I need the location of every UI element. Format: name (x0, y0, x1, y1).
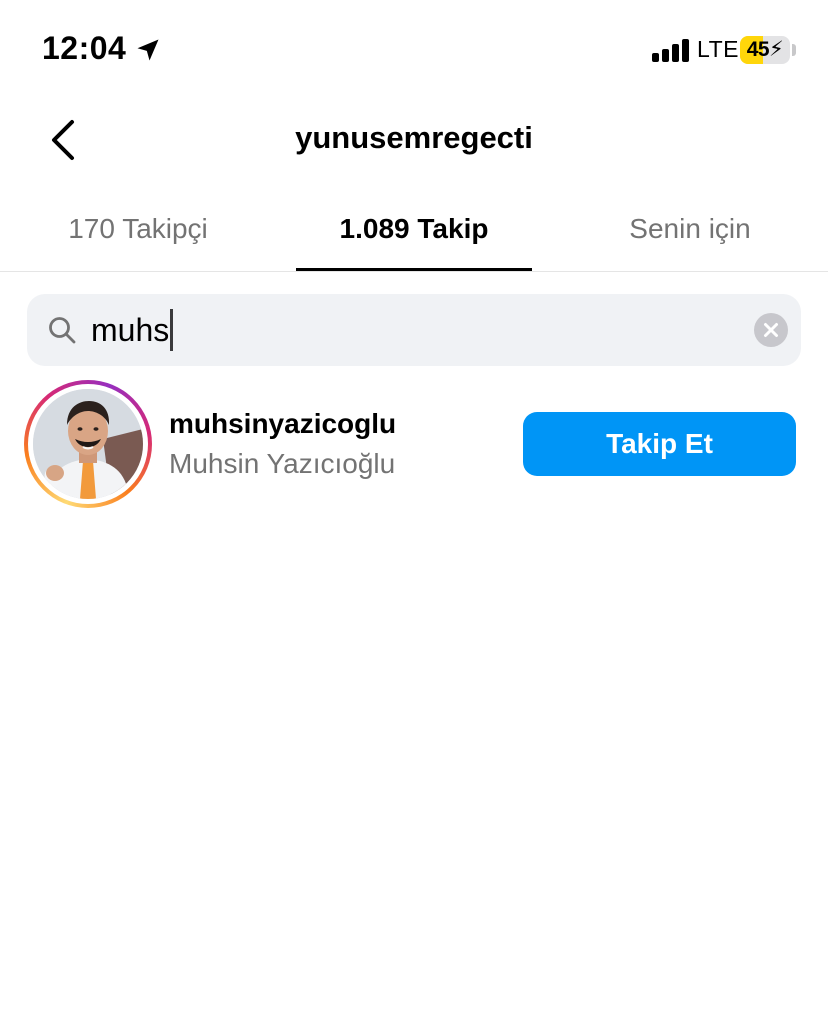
follow-button[interactable]: Takip Et (523, 412, 796, 476)
tab-followers[interactable]: 170 Takipçi (30, 196, 246, 271)
tab-for-you[interactable]: Senin için (590, 196, 790, 271)
location-arrow-icon (137, 39, 159, 61)
search-bar[interactable]: muhs (27, 294, 801, 366)
clear-icon (764, 323, 778, 337)
list-item[interactable]: muhsinyazicoglu Muhsin Yazıcıoğlu Takip … (0, 378, 828, 512)
battery-icon: 45⚡ (740, 36, 790, 64)
tab-following[interactable]: 1.089 Takip (296, 196, 532, 271)
battery-nub (792, 44, 796, 56)
cellular-signal-icon (652, 38, 692, 62)
screen: 12:04 LTE 45⚡ yunusemregecti 170 Takipçi… (0, 0, 828, 1019)
story-ring[interactable] (24, 380, 152, 508)
tab-bar: 170 Takipçi 1.089 Takip Senin için (0, 196, 828, 272)
result-username[interactable]: muhsinyazicoglu (169, 408, 396, 440)
clear-search-button[interactable] (754, 313, 788, 347)
search-icon (49, 317, 76, 344)
network-type: LTE (697, 36, 739, 62)
status-bar: 12:04 LTE 45⚡ (0, 0, 828, 100)
search-input-value: muhs (91, 312, 170, 348)
result-full-name: Muhsin Yazıcıoğlu (169, 448, 396, 479)
battery-level: 45 (746, 38, 770, 61)
page-title: yunusemregecti (295, 120, 533, 155)
status-time: 12:04 (42, 30, 127, 66)
text-cursor (170, 309, 174, 351)
search-input[interactable]: muhs (91, 308, 174, 352)
active-tab-indicator (296, 268, 532, 271)
avatar (33, 389, 143, 499)
charging-bolt-icon: ⚡ (769, 38, 784, 61)
avatar-photo (33, 389, 143, 499)
